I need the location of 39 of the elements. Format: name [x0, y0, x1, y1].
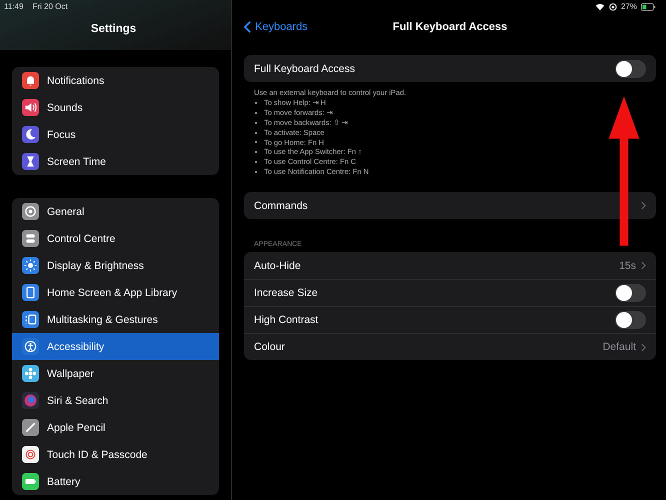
setting-label: High Contrast [254, 314, 320, 326]
toggle-switch[interactable] [615, 284, 646, 302]
status-time: 11:49 [4, 2, 24, 11]
sidebar-item[interactable]: Control Centre [12, 225, 219, 252]
status-date: Fri 20 Oct [32, 2, 68, 11]
sidebar-item[interactable]: Home Screen & App Library [12, 279, 219, 306]
sidebar-title: Settings [90, 23, 138, 35]
chevron-left-icon [244, 21, 251, 33]
setting-value[interactable]: 15s [619, 260, 636, 272]
toggle-switch[interactable] [615, 311, 646, 329]
sidebar-item[interactable]: Apple Pencil [12, 414, 219, 441]
chevron-right-icon [641, 201, 646, 210]
wifi-icon [594, 2, 605, 10]
battery-percent: 27% [620, 2, 637, 11]
sidebar-item[interactable]: Battery [12, 468, 219, 495]
sidebar-item[interactable]: Accessibility [12, 333, 219, 360]
sidebar-item[interactable]: Wallpaper [12, 360, 219, 387]
sidebar-item[interactable]: Notifications [12, 67, 219, 94]
chevron-right-icon [641, 342, 646, 352]
back-button[interactable]: Keyboards [244, 21, 308, 33]
sidebar-item[interactable]: Sounds [12, 94, 219, 121]
sidebar-item[interactable]: General [12, 198, 219, 225]
sidebar-item[interactable]: Touch ID & Passcode [12, 441, 219, 468]
toggle-switch[interactable] [615, 60, 646, 78]
sidebar-item[interactable]: Focus [12, 121, 219, 148]
chevron-right-icon [641, 261, 646, 270]
battery-icon [641, 2, 656, 10]
setting-label: Full Keyboard Access [254, 62, 356, 74]
setting-label: Increase Size [254, 287, 319, 299]
setting-value[interactable]: Default [602, 341, 636, 353]
setting-label: Colour [254, 341, 286, 353]
sidebar-item[interactable]: Siri & Search [12, 387, 219, 414]
sidebar-item[interactable]: Screen Time [12, 148, 219, 175]
sidebar-item[interactable]: Multitasking & Gestures [12, 306, 219, 333]
page-title: Full Keyboard Access [392, 21, 508, 33]
sidebar-item[interactable]: Display & Brightness [12, 252, 219, 279]
rotation-lock-icon [608, 2, 617, 10]
commands-row[interactable]: Commands [244, 192, 656, 219]
setting-label: Auto-Hide [254, 260, 302, 272]
